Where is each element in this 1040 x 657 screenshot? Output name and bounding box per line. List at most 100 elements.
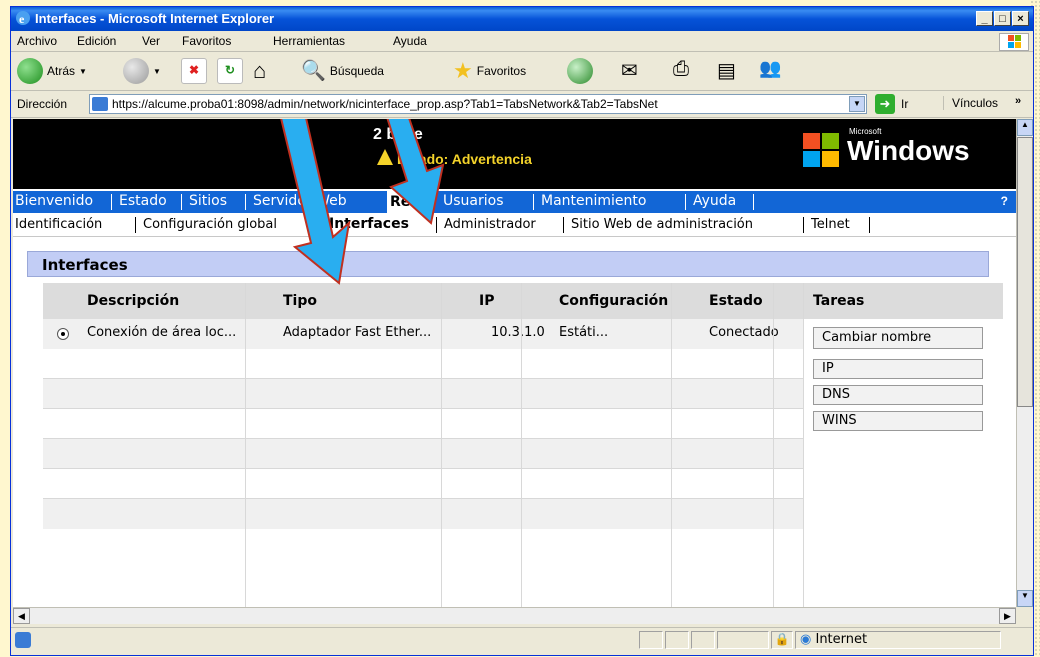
favorites-button[interactable]: ★ Favoritos (453, 58, 526, 84)
close-button[interactable]: × (1012, 11, 1029, 26)
menu-favoritos[interactable]: Favoritos (182, 34, 231, 48)
chevron-right-icon[interactable]: » (1015, 95, 1021, 107)
address-url: https://alcume.proba01:8098/admin/networ… (112, 97, 658, 111)
tab-configuracion-global[interactable]: Configuración global (143, 217, 277, 232)
mail-icon[interactable]: ✉ (621, 58, 638, 83)
header-ip: IP (479, 293, 495, 309)
tab-telnet[interactable]: Telnet (811, 217, 850, 232)
header-tareas: Tareas (813, 293, 865, 309)
rename-button[interactable]: Cambiar nombre (813, 327, 983, 349)
chevron-down-icon: ▼ (79, 66, 87, 76)
help-link[interactable]: ? (1001, 194, 1008, 208)
row-radio[interactable] (57, 328, 69, 340)
globe-icon: ◉ (800, 632, 812, 647)
nav-mantenimiento[interactable]: Mantenimiento (541, 193, 646, 209)
nav-bienvenido[interactable]: Bienvenido (15, 193, 93, 209)
table-header: Descripción Tipo IP Configuración Estado… (43, 283, 1003, 319)
menu-bar: Archivo Edición Ver Favoritos Herramient… (11, 31, 1033, 52)
minimize-button[interactable]: _ (976, 11, 993, 26)
nav-sitios[interactable]: Sitios (189, 193, 227, 209)
section-title: Interfaces (42, 256, 128, 274)
back-arrow-icon (17, 58, 43, 84)
section-header: Interfaces (27, 251, 989, 277)
header-descripcion: Descripción (87, 293, 180, 309)
server-name: 2 base (373, 126, 423, 143)
scroll-up-icon[interactable]: ▲ (1017, 119, 1033, 136)
go-arrow-icon[interactable]: ➜ (875, 94, 895, 114)
ie-window: e Interfaces - Microsoft Internet Explor… (10, 6, 1034, 656)
nav-ayuda[interactable]: Ayuda (693, 193, 736, 209)
brand-name: Windows (847, 135, 970, 166)
horizontal-scrollbar[interactable]: ◀ ▶ (13, 607, 1016, 624)
home-icon[interactable]: ⌂ (253, 58, 266, 84)
menu-ayuda[interactable]: Ayuda (393, 34, 427, 48)
back-button[interactable]: Atrás ▼ (17, 58, 87, 84)
favorites-label: Favoritos (476, 64, 527, 78)
warning-icon (377, 149, 393, 165)
table-row[interactable]: Conexión de área loc... Adaptador Fast E… (43, 319, 803, 349)
messenger-icon[interactable]: 👥 (759, 58, 781, 79)
star-icon: ★ (453, 58, 473, 83)
nav-red[interactable]: Red (387, 191, 424, 213)
dns-button[interactable]: DNS (813, 385, 983, 405)
nav-servidor-web[interactable]: Servidor Web (253, 193, 347, 209)
svg-text:e: e (19, 12, 25, 26)
header-estado: Estado (709, 293, 763, 309)
page-status-icon (15, 632, 31, 648)
address-label: Dirección (17, 97, 68, 111)
cell-ip: 10.3.1.0 (491, 325, 545, 340)
links-label[interactable]: Vínculos (943, 96, 998, 110)
history-icon[interactable] (567, 58, 593, 84)
windows-flag-icon (999, 33, 1029, 51)
vertical-scrollbar[interactable]: ▲ ▼ (1016, 119, 1033, 607)
tab-sitio-web-admin[interactable]: Sitio Web de administración (571, 217, 753, 232)
cell-tipo: Adaptador Fast Ether... (283, 325, 432, 340)
forward-button[interactable]: ▼ (123, 58, 161, 84)
status-bar: 🔒 ◉ Internet (11, 627, 1033, 652)
cell-configuracion: Estáti... (559, 325, 609, 340)
scroll-thumb[interactable] (1017, 137, 1033, 407)
refresh-icon[interactable]: ↻ (217, 58, 243, 84)
nav-usuarios[interactable]: Usuarios (443, 193, 504, 209)
windows-flag-icon (803, 133, 841, 169)
tab-interfaces[interactable]: Interfaces (329, 216, 409, 232)
menu-ver[interactable]: Ver (142, 34, 160, 48)
page-icon (92, 97, 108, 111)
header-tipo: Tipo (283, 293, 317, 309)
toolbar: Atrás ▼ ▼ ✖ ↻ ⌂ 🔍 Búsqueda ★ Favoritos ✉ … (11, 52, 1033, 91)
header-configuracion: Configuración (559, 293, 669, 309)
banner: 2 base Estado: Advertencia Microsoft Win… (13, 119, 1016, 189)
zone-cell: ◉ Internet (795, 631, 1001, 649)
server-status: Estado: Advertencia (397, 151, 532, 167)
zone-label: Internet (815, 632, 868, 647)
menu-edicion[interactable]: Edición (77, 34, 116, 48)
primary-nav: Bienvenido Estado Sitios Servidor Web Re… (13, 191, 1016, 213)
nav-estado[interactable]: Estado (119, 193, 167, 209)
search-label: Búsqueda (329, 63, 384, 78)
table-row (43, 469, 803, 499)
print-icon[interactable]: ⎙ (673, 58, 689, 81)
cell-descripcion: Conexión de área loc... (87, 325, 237, 340)
go-label[interactable]: Ir (901, 97, 908, 111)
address-dropdown-button[interactable]: ▼ (849, 96, 865, 112)
ip-button[interactable]: IP (813, 359, 983, 379)
scroll-right-icon[interactable]: ▶ (999, 608, 1016, 624)
menu-herramientas[interactable]: Herramientas (273, 34, 345, 48)
scroll-left-icon[interactable]: ◀ (13, 608, 30, 624)
stop-icon[interactable]: ✖ (181, 58, 207, 84)
scroll-down-icon[interactable]: ▼ (1017, 590, 1033, 607)
wins-button[interactable]: WINS (813, 411, 983, 431)
title-bar[interactable]: e Interfaces - Microsoft Internet Explor… (11, 7, 1033, 31)
menu-archivo[interactable]: Archivo (17, 34, 57, 48)
table-row (43, 349, 803, 379)
maximize-button[interactable]: □ (994, 11, 1011, 26)
search-button[interactable]: 🔍 Búsqueda (301, 58, 384, 83)
lock-icon: 🔒 (771, 631, 793, 649)
tab-administrador[interactable]: Administrador (444, 217, 536, 232)
edit-icon[interactable]: ▤ (717, 58, 736, 83)
page-content: 2 base Estado: Advertencia Microsoft Win… (13, 119, 1016, 607)
table-row (43, 439, 803, 469)
address-input[interactable]: https://alcume.proba01:8098/admin/networ… (89, 94, 867, 114)
window-title: Interfaces - Microsoft Internet Explorer (35, 11, 275, 26)
tab-identificacion[interactable]: Identificación (15, 217, 102, 232)
